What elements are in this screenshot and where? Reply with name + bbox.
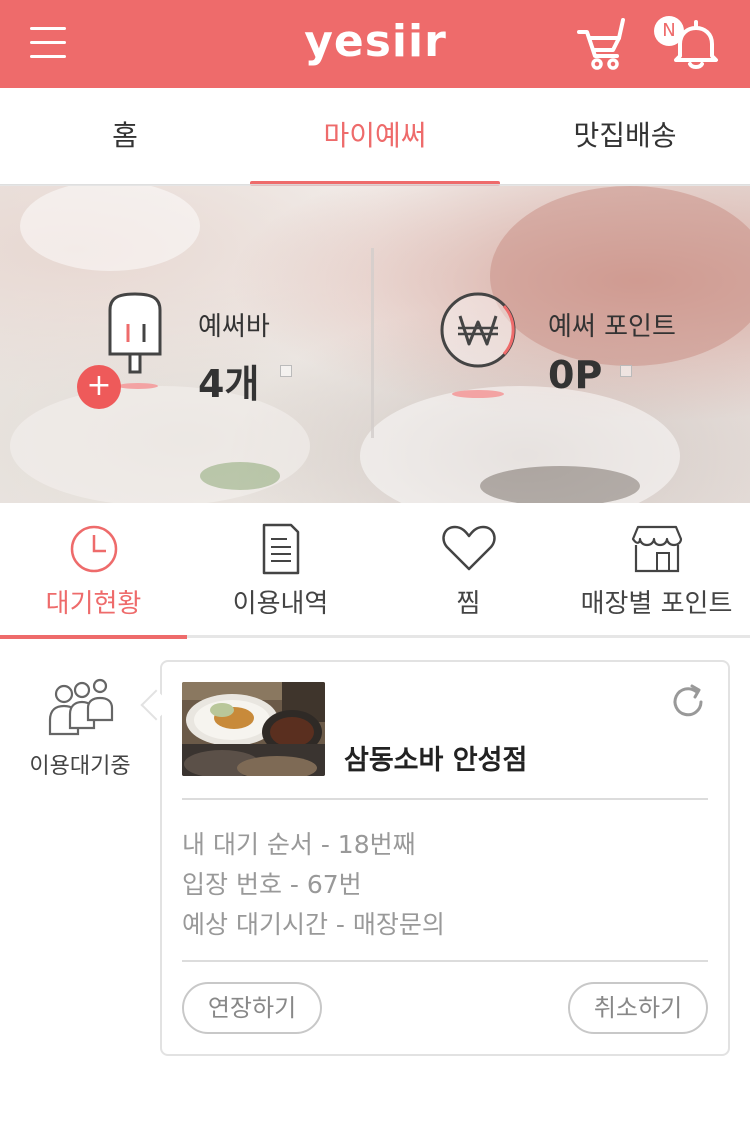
top-app-bar: yesiir N: [0, 0, 750, 88]
bar-label: 예써바: [198, 312, 270, 342]
chevron-right-icon[interactable]: [280, 365, 292, 377]
card-divider: [182, 798, 708, 800]
waiting-status-side: 이용대기중: [20, 676, 140, 786]
bar-count[interactable]: 4개: [198, 353, 259, 408]
submenu-label: 대기현황: [45, 589, 142, 619]
expected-wait-time: 예상 대기시간 - 매장문의: [182, 910, 445, 939]
refresh-icon[interactable]: [668, 682, 708, 722]
point-label: 예써 포인트: [548, 312, 676, 342]
heart-icon: [441, 525, 496, 571]
entry-number: 입장 번호 - 67번: [182, 870, 362, 899]
banner-divider: [371, 248, 374, 438]
submenu-label: 매장별 포인트: [580, 589, 733, 619]
tab-home[interactable]: 홈: [0, 88, 250, 186]
cart-icon[interactable]: [575, 16, 627, 72]
submenu-usage-history[interactable]: 이용내역: [187, 503, 374, 638]
app-logo[interactable]: yesiir: [298, 14, 453, 70]
clock-icon: [70, 525, 117, 573]
tab-my-yesiir[interactable]: 마이예써: [250, 88, 500, 186]
hamburger-icon[interactable]: [30, 25, 66, 61]
submenu-favorites[interactable]: 찜: [375, 503, 562, 638]
store-name[interactable]: 삼동소바 안성점: [344, 738, 527, 777]
extend-button[interactable]: 연장하기: [182, 982, 322, 1034]
card-divider: [182, 960, 708, 962]
submenu-store-points[interactable]: 매장별 포인트: [563, 503, 750, 638]
won-coin-icon: [438, 292, 518, 402]
queue-position: 내 대기 순서 - 18번째: [182, 830, 416, 859]
store-thumbnail[interactable]: [182, 682, 325, 776]
chevron-right-icon[interactable]: [620, 365, 632, 377]
waiting-label: 이용대기중: [29, 754, 131, 779]
main-tabs: 홈 마이예써 맛집배송: [0, 88, 750, 186]
submenu-label: 찜: [456, 589, 481, 619]
store-icon: [631, 525, 682, 573]
submenu-label: 이용내역: [232, 589, 329, 619]
cancel-button[interactable]: 취소하기: [568, 982, 708, 1034]
document-icon: [262, 523, 299, 575]
notification-badge: N: [654, 16, 684, 46]
sub-menu: 대기현황 이용내역 찜 매장별 포인트: [0, 503, 750, 638]
add-bar-button[interactable]: +: [77, 365, 121, 409]
submenu-active-indicator: [0, 635, 187, 639]
tab-delivery[interactable]: 맛집배송: [500, 88, 750, 186]
point-value[interactable]: 0P: [548, 353, 602, 397]
bell-icon[interactable]: N: [652, 14, 722, 70]
submenu-waiting-status[interactable]: 대기현황: [0, 503, 187, 638]
people-group-icon: [48, 678, 114, 736]
